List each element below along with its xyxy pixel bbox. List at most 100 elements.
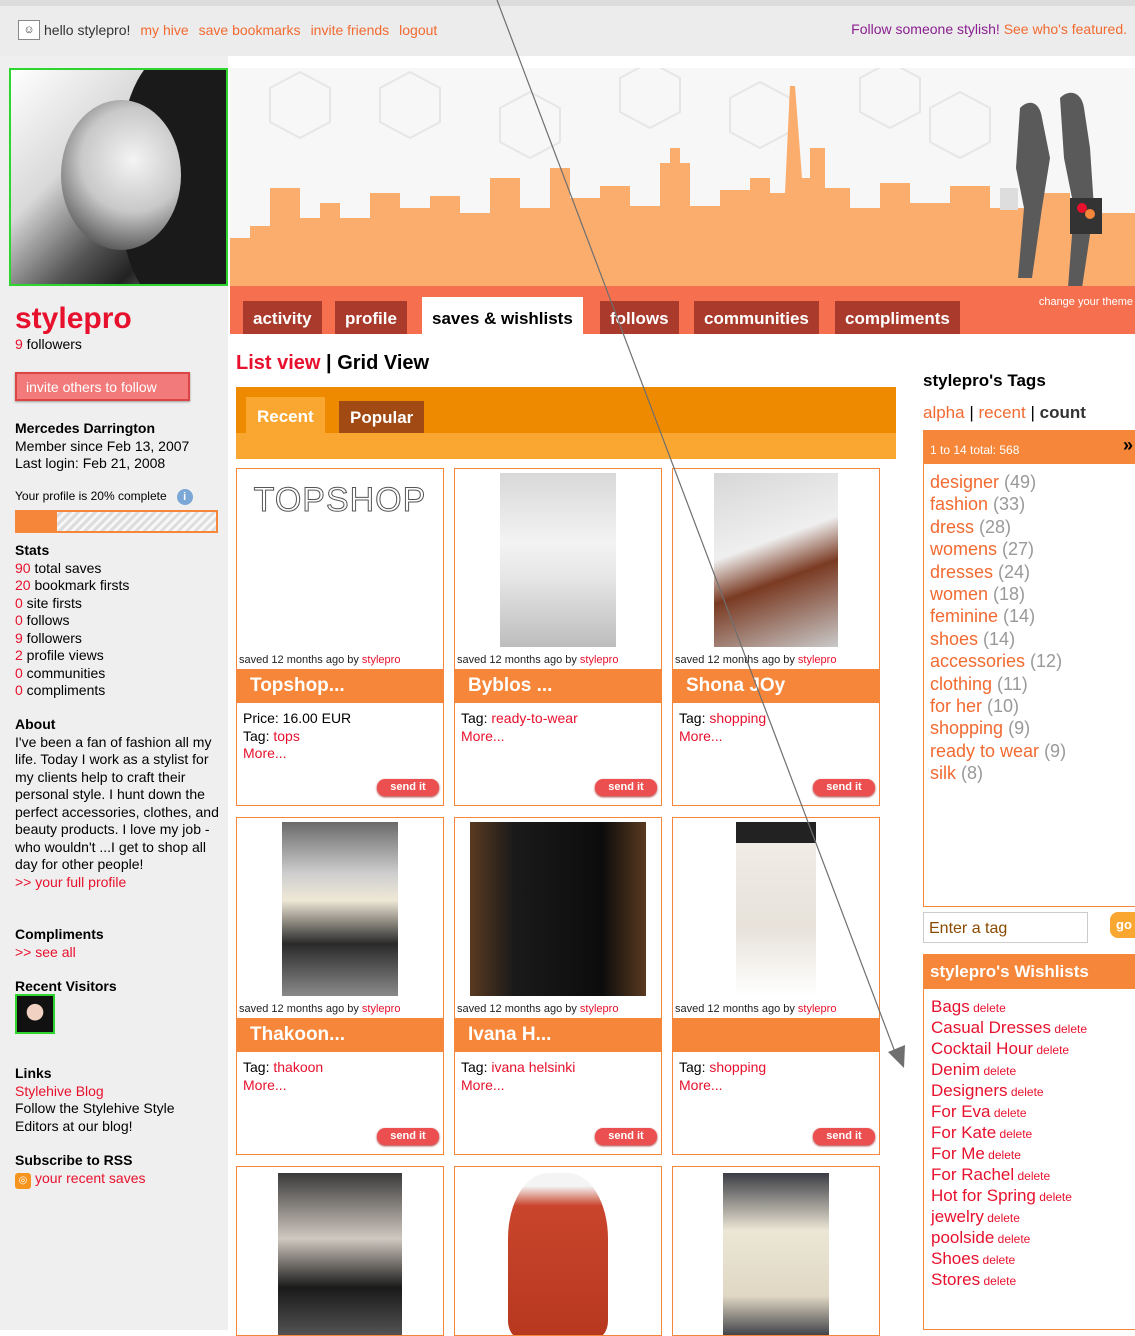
save-card[interactable] — [672, 1166, 880, 1336]
save-image[interactable] — [455, 469, 661, 651]
more-link[interactable]: More... — [679, 1077, 723, 1093]
save-image[interactable] — [673, 1167, 879, 1335]
delete-wishlist-link[interactable]: delete — [1014, 1169, 1050, 1183]
tag-link[interactable]: feminine — [930, 606, 998, 626]
logout-link[interactable]: logout — [399, 22, 437, 38]
more-link[interactable]: More... — [461, 1077, 505, 1093]
full-profile-link[interactable]: >> your full profile — [15, 874, 126, 890]
wishlist-link[interactable]: For Me — [931, 1144, 985, 1163]
save-image[interactable] — [673, 818, 879, 1000]
save-card[interactable]: saved 12 months ago by stylepro Shona JO… — [672, 468, 880, 806]
tag-link[interactable]: silk — [930, 763, 956, 783]
send-it-button[interactable]: send it — [595, 1128, 657, 1145]
send-it-button[interactable]: send it — [813, 779, 875, 796]
tag-link[interactable]: tops — [273, 728, 299, 744]
delete-wishlist-link[interactable]: delete — [1033, 1043, 1069, 1057]
wishlist-link[interactable]: Bags — [931, 997, 970, 1016]
followers-count[interactable]: 9 — [15, 336, 23, 352]
tag-link[interactable]: shopping — [709, 710, 766, 726]
saved-by-link[interactable]: stylepro — [798, 654, 837, 666]
stat-number[interactable]: 90 — [15, 560, 31, 576]
tag-link[interactable]: womens — [930, 539, 997, 559]
save-card[interactable] — [236, 1166, 444, 1336]
tag-link[interactable]: shopping — [709, 1059, 766, 1075]
saved-by-link[interactable]: stylepro — [798, 1003, 837, 1015]
tab-saves-wishlists[interactable]: saves & wishlists — [422, 297, 583, 334]
featured-link[interactable]: See who's featured. — [1004, 21, 1127, 37]
wishlist-link[interactable]: Denim — [931, 1060, 980, 1079]
stylehive-blog-link[interactable]: Stylehive Blog — [15, 1083, 104, 1099]
send-it-button[interactable]: send it — [377, 1128, 439, 1145]
delete-wishlist-link[interactable]: delete — [991, 1106, 1027, 1120]
tag-link[interactable]: accessories — [930, 651, 1025, 671]
more-link[interactable]: More... — [243, 745, 287, 761]
saved-by-link[interactable]: stylepro — [580, 654, 619, 666]
wishlist-link[interactable]: jewelry — [931, 1207, 984, 1226]
save-card[interactable]: saved 12 months ago by stylepro Thakoon.… — [236, 817, 444, 1155]
tag-link[interactable]: women — [930, 584, 988, 604]
change-theme-link[interactable]: change your theme — [1039, 296, 1133, 308]
go-button[interactable]: go — [1110, 912, 1135, 938]
save-title[interactable]: Thakoon... — [237, 1018, 443, 1052]
sort-alpha-link[interactable]: alpha — [923, 403, 965, 422]
tag-link[interactable]: fashion — [930, 494, 988, 514]
send-it-button[interactable]: send it — [595, 779, 657, 796]
more-link[interactable]: More... — [243, 1077, 287, 1093]
tab-activity[interactable]: activity — [243, 301, 322, 334]
tag-link[interactable]: dress — [930, 517, 974, 537]
stat-number[interactable]: 0 — [15, 595, 23, 611]
saved-by-link[interactable]: stylepro — [580, 1003, 619, 1015]
wishlist-link[interactable]: For Eva — [931, 1102, 991, 1121]
my-hive-link[interactable]: my hive — [140, 22, 188, 38]
wishlist-link[interactable]: For Kate — [931, 1123, 996, 1142]
stat-number[interactable]: 0 — [15, 682, 23, 698]
tag-input[interactable]: Enter a tag — [923, 912, 1088, 943]
info-icon[interactable]: i — [176, 489, 193, 505]
save-image[interactable] — [237, 1167, 443, 1335]
next-page-icon[interactable]: » — [1123, 435, 1133, 456]
tab-profile[interactable]: profile — [335, 301, 407, 334]
sort-recent-link[interactable]: recent — [978, 403, 1025, 422]
delete-wishlist-link[interactable]: delete — [994, 1232, 1031, 1246]
delete-wishlist-link[interactable]: delete — [984, 1211, 1020, 1225]
more-link[interactable]: More... — [679, 728, 723, 744]
save-title[interactable] — [673, 1018, 879, 1052]
invite-friends-link[interactable]: invite friends — [311, 22, 390, 38]
list-view-link[interactable]: List view — [236, 352, 320, 374]
more-link[interactable]: More... — [461, 728, 505, 744]
filter-tab-popular[interactable]: Popular — [339, 401, 425, 433]
delete-wishlist-link[interactable]: delete — [980, 1064, 1016, 1078]
tag-link[interactable]: for her — [930, 696, 982, 716]
wishlist-link[interactable]: Casual Dresses — [931, 1018, 1051, 1037]
stat-number[interactable]: 2 — [15, 647, 23, 663]
stat-number[interactable]: 0 — [15, 612, 23, 628]
save-title[interactable]: Byblos ... — [455, 669, 661, 703]
tag-link[interactable]: clothing — [930, 674, 992, 694]
profile-photo[interactable] — [9, 68, 228, 286]
wishlist-link[interactable]: Cocktail Hour — [931, 1039, 1033, 1058]
delete-wishlist-link[interactable]: delete — [1036, 1190, 1072, 1204]
rss-recent-saves-link[interactable]: your recent saves — [35, 1170, 146, 1186]
tag-link[interactable]: designer — [930, 472, 999, 492]
wishlist-link[interactable]: Stores — [931, 1270, 980, 1289]
save-card[interactable]: saved 12 months ago by stylepro Tag: sho… — [672, 817, 880, 1155]
tag-link[interactable]: shopping — [930, 718, 1003, 738]
stat-number[interactable]: 9 — [15, 630, 23, 646]
stat-number[interactable]: 20 — [15, 577, 31, 593]
delete-wishlist-link[interactable]: delete — [1051, 1022, 1087, 1036]
save-title[interactable]: Ivana H... — [455, 1018, 661, 1052]
invite-followers-button[interactable]: invite others to follow — [15, 372, 190, 401]
delete-wishlist-link[interactable]: delete — [970, 1001, 1006, 1015]
tab-compliments[interactable]: compliments — [835, 301, 960, 334]
tag-link[interactable]: dresses — [930, 562, 993, 582]
saved-by-link[interactable]: stylepro — [362, 654, 401, 666]
wishlist-link[interactable]: For Rachel — [931, 1165, 1014, 1184]
save-card[interactable]: saved 12 months ago by stylepro Byblos .… — [454, 468, 662, 806]
visitor-avatar[interactable] — [15, 994, 55, 1034]
save-image[interactable] — [455, 818, 661, 1000]
delete-wishlist-link[interactable]: delete — [1008, 1085, 1044, 1099]
save-image[interactable] — [455, 1167, 661, 1335]
tag-link[interactable]: ready-to-wear — [491, 710, 577, 726]
wishlist-link[interactable]: Designers — [931, 1081, 1008, 1100]
saved-by-link[interactable]: stylepro — [362, 1003, 401, 1015]
